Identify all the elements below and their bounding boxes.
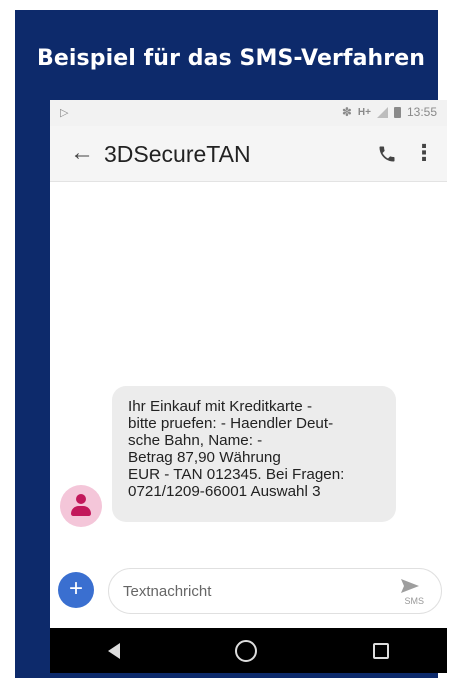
phone-icon[interactable]	[377, 144, 397, 164]
square-recent-icon[interactable]	[373, 642, 390, 659]
triangle-back-icon[interactable]	[107, 642, 120, 659]
message-line: Ihr Einkauf mit Kreditkarte -	[128, 398, 313, 415]
phone-screen: ▷ ✽ H+ 13:55 ← 3DSecureTAN ⋮ Ihr Einkauf…	[50, 100, 447, 673]
add-attachment-button[interactable]: +	[58, 572, 94, 608]
arrow-left-icon[interactable]: ←	[70, 139, 94, 167]
person-icon	[76, 494, 86, 504]
network-type: H+	[357, 106, 371, 118]
send-sms-label: SMS	[404, 596, 424, 606]
message-line: 0721/1209-66001 Auswahl 3	[128, 483, 321, 500]
promo-frame: Beispiel für das SMS-Verfahren ▷ ✽ H+ 13…	[15, 10, 447, 678]
message-line: sche Bahn, Name: -	[128, 432, 263, 449]
status-time: 13:55	[406, 105, 437, 119]
status-bar: ▷ ✽ H+ 13:55	[50, 100, 447, 126]
status-icons: ✽ H+ 13:55	[342, 105, 437, 119]
send-icon[interactable]	[401, 579, 419, 593]
page-heading: Beispiel für das SMS-Verfahren	[37, 46, 426, 71]
battery-icon	[393, 106, 401, 118]
message-bubble: Ihr Einkauf mit Kreditkarte - bitte prue…	[112, 386, 396, 522]
message-line: bitte pruefen: - Haendler Deut-	[128, 415, 334, 432]
app-bar: ← 3DSecureTAN ⋮	[50, 126, 447, 182]
play-store-icon: ▷	[60, 107, 69, 119]
more-vertical-icon[interactable]: ⋮	[413, 140, 435, 166]
message-line: Betrag 87,90 Währung	[128, 449, 281, 466]
android-nav-bar	[50, 628, 447, 673]
message-line: EUR - TAN 012345. Bei Fragen:	[128, 466, 345, 483]
message-composer: SMS	[108, 568, 442, 614]
signal-icon	[376, 106, 388, 118]
message-input[interactable]	[123, 579, 373, 603]
plus-icon: +	[68, 575, 83, 602]
bluetooth-icon: ✽	[341, 105, 352, 119]
circle-home-icon[interactable]	[235, 639, 258, 662]
conversation-title: 3DSecureTAN	[104, 141, 251, 167]
sender-avatar[interactable]	[60, 485, 102, 527]
